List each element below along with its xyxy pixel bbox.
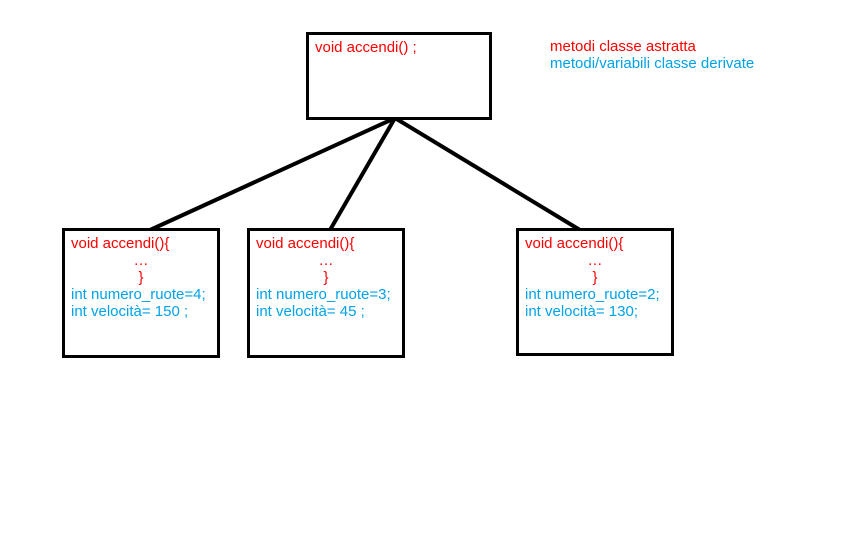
child-class-box-3: void accendi(){ … } int numero_ruote=2; … [516,228,674,356]
child2-var-wheels: int numero_ruote=3; [256,286,396,303]
child1-method-close: } [71,269,211,286]
parent-method-decl: void accendi() ; [315,39,483,56]
child3-method-dots: … [525,252,665,269]
child1-var-wheels: int numero_ruote=4; [71,286,211,303]
child2-method-close: } [256,269,396,286]
child3-var-speed: int velocità= 130; [525,303,665,320]
legend-derived: metodi/variabili classe derivate [550,55,754,72]
child1-var-speed: int velocità= 150 ; [71,303,211,320]
legend-abstract: metodi classe astratta [550,38,754,55]
child1-method-dots: … [71,252,211,269]
child-class-box-2: void accendi(){ … } int numero_ruote=3; … [247,228,405,358]
child3-method-close: } [525,269,665,286]
child2-method-open: void accendi(){ [256,235,396,252]
child-class-box-1: void accendi(){ … } int numero_ruote=4; … [62,228,220,358]
parent-class-box: void accendi() ; [306,32,492,120]
child3-var-wheels: int numero_ruote=2; [525,286,665,303]
child3-method-open: void accendi(){ [525,235,665,252]
child2-var-speed: int velocità= 45 ; [256,303,396,320]
child2-method-dots: … [256,252,396,269]
child1-method-open: void accendi(){ [71,235,211,252]
